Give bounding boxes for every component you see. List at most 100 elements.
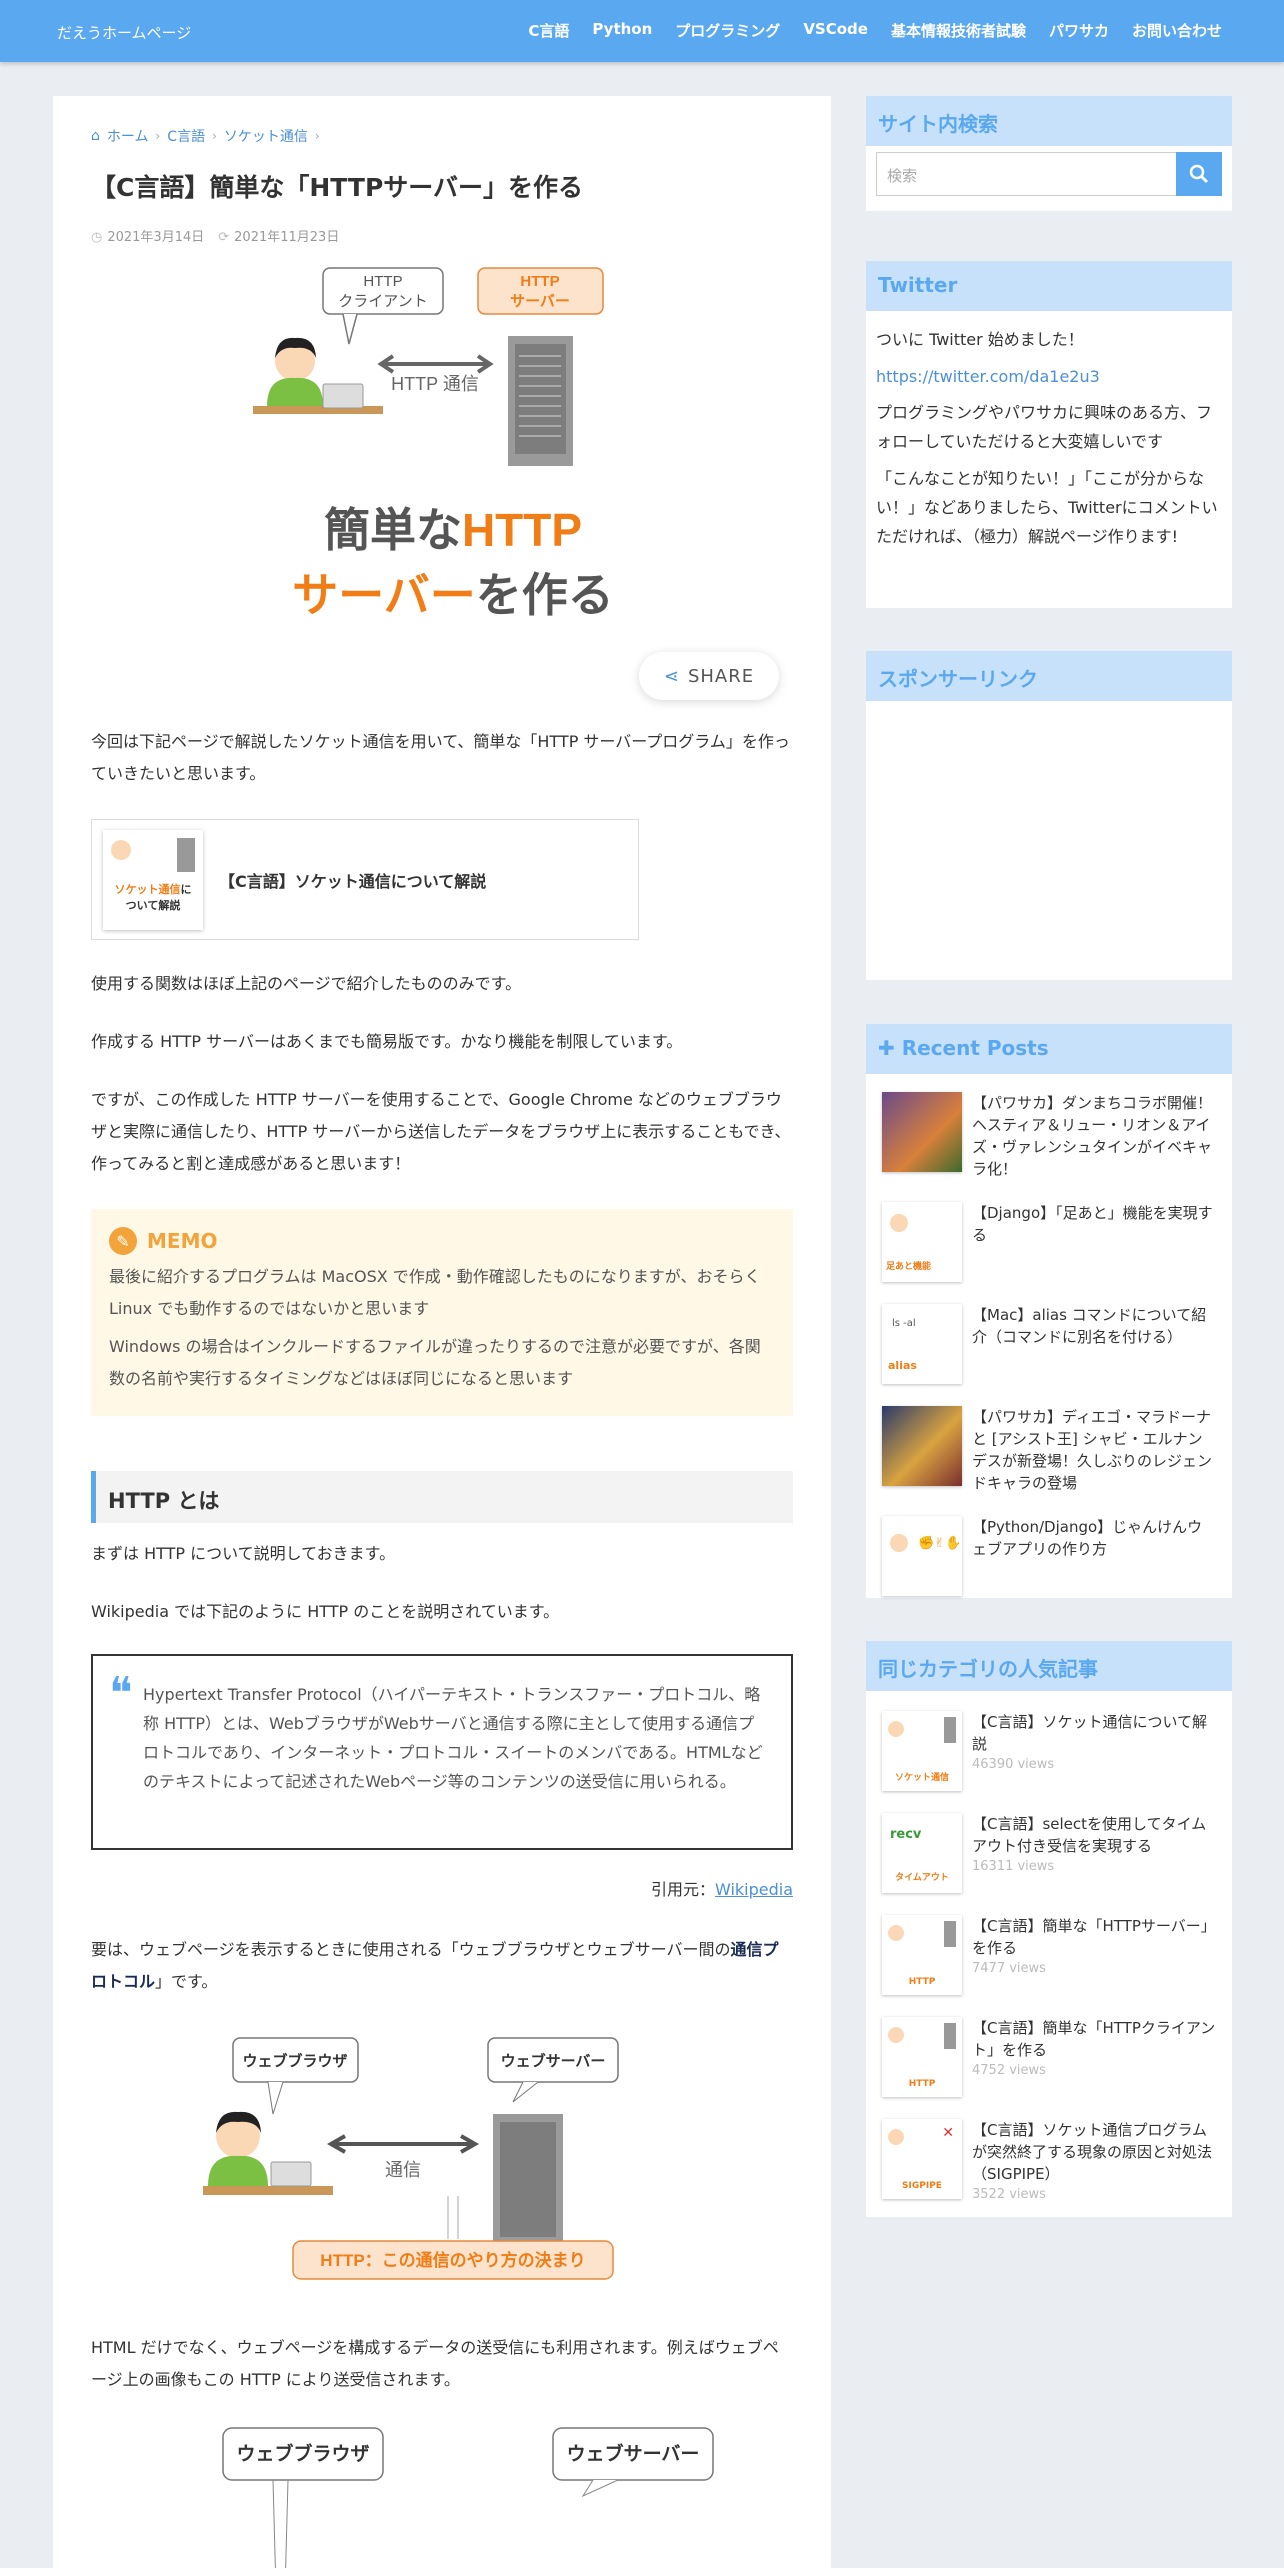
- card-thumb-text-1: ソケット通信: [114, 882, 181, 896]
- post-views: 46390 views: [972, 1757, 1055, 1772]
- search-input[interactable]: 検索: [876, 152, 1176, 196]
- post-thumbnail: HTTP: [882, 1915, 962, 1995]
- post-thumbnail: [882, 1406, 962, 1486]
- fig1-arrow: 通信: [385, 2160, 421, 2180]
- post-views: 3522 views: [972, 2187, 1046, 2202]
- quote-icon: ❝: [109, 1668, 133, 1719]
- paragraph: ですが、この作成した HTTP サーバーを使用することで、Google Chro…: [91, 1090, 791, 1173]
- paragraph: HTML だけでなく、ウェブページを構成するデータの送受信にも利用されます。例え…: [91, 2338, 779, 2389]
- post-views: 16311 views: [972, 1859, 1055, 1874]
- recent-post-item[interactable]: ls -al alias 【Mac】alias コマンドについて紹介（コマンドに別…: [866, 1304, 1232, 1384]
- share-icon: ⋖: [663, 665, 680, 687]
- post-thumbnail: 足あと機能: [882, 1202, 962, 1282]
- recent-post-item[interactable]: 足あと機能 【Django】「足あと」機能を実現する: [866, 1202, 1232, 1282]
- recent-post-item[interactable]: 【パワサカ】ダンまちコラボ開催！ヘスティア＆リュー・リオン＆アイズ・ヴァレンシュ…: [866, 1092, 1232, 1180]
- recent-post-item[interactable]: 【パワサカ】ディエゴ・マラドーナと [アシスト王] シャビ・エルナンデスが新登場…: [866, 1406, 1232, 1494]
- card-thumb-text-2: に: [180, 882, 192, 896]
- paragraph: 要は、ウェブページを表示するときに使用される「ウェブブラウザとウェブサーバー間の…: [91, 1934, 793, 1998]
- nav-item-c[interactable]: C言語: [528, 20, 569, 41]
- cite-link[interactable]: Wikipedia: [715, 1880, 793, 1899]
- breadcrumb-socket[interactable]: ソケット通信: [224, 126, 308, 146]
- post-views: 4752 views: [972, 2063, 1046, 2078]
- http-diagram-image-2: ウェブブラウザ ウェブサーバー: [222, 2427, 714, 2568]
- twitter-link[interactable]: https://twitter.com/da1e2u3: [866, 362, 1232, 392]
- post-title: 【C言語】簡単な「HTTPクライアント」を作る: [972, 2019, 1216, 2059]
- post-thumbnail: ソケット通信: [882, 1711, 962, 1791]
- twitter-text: プログラミングやパワサカに興味のある方、フォローしていただけると大変嬉しいです: [876, 403, 1213, 451]
- paragraph: 作成する HTTP サーバーはあくまでも簡易版です。かなり機能を制限しています。: [91, 1032, 683, 1051]
- breadcrumb: ⌂ ホーム › C言語 › ソケット通信 ›: [91, 126, 320, 146]
- nav-item-fe-exam[interactable]: 基本情報技術者試験: [891, 20, 1026, 41]
- post-views: 7477 views: [972, 1961, 1046, 1976]
- eyecatch-arrow-label: HTTP 通信: [391, 374, 479, 394]
- refresh-icon: ⟳: [218, 230, 230, 245]
- blockquote: ❝ Hypertext Transfer Protocol（ハイパーテキスト・ト…: [91, 1654, 793, 1850]
- breadcrumb-home[interactable]: ホーム: [107, 126, 149, 146]
- pin-icon: ✚: [878, 1036, 895, 1060]
- popular-post-item[interactable]: recv タイムアウト 【C言語】selectを使用してタイムアウト付き受信を実現…: [866, 1813, 1232, 1893]
- popular-post-item[interactable]: HTTP 【C言語】簡単な「HTTPサーバー」を作る 7477 views: [866, 1915, 1232, 1995]
- post-title: 【C言語】ソケット通信プログラムが突然終了する現象の原因と対処法（SIGPIPE…: [972, 2121, 1213, 2183]
- card-title: 【C言語】ソケット通信について解説: [219, 871, 487, 891]
- site-title[interactable]: だえうホームページ: [57, 22, 191, 43]
- post-title: 【Django】「足あと」機能を実現する: [972, 1204, 1213, 1244]
- share-label: SHARE: [687, 665, 755, 687]
- eyecatch-client-2: クライアント: [338, 293, 427, 310]
- clock-icon: ◷: [91, 230, 103, 245]
- global-nav: C言語 Python プログラミング VSCode 基本情報技術者試験 パワサカ…: [528, 20, 1222, 41]
- citation: 引用元：Wikipedia: [651, 1876, 793, 1900]
- fig1-browser: ウェブブラウザ: [242, 2052, 347, 2070]
- popular-post-item[interactable]: ソケット通信 【C言語】ソケット通信について解説 46390 views: [866, 1711, 1232, 1791]
- eyecatch-title-1b: HTTP: [462, 504, 582, 556]
- published-date: 2021年3月14日: [107, 230, 205, 245]
- nav-item-python[interactable]: Python: [592, 20, 652, 41]
- recent-post-item[interactable]: ✊✌✋ 【Python/Django】じゃんけんウェブアプリの作り方: [866, 1516, 1232, 1596]
- nav-item-contact[interactable]: お問い合わせ: [1132, 20, 1222, 41]
- twitter-text: 「こんなことが知りたい！」「ここが分からない！」などありましたら、Twitter…: [876, 469, 1218, 546]
- popular-post-item[interactable]: ✕ SIGPIPE 【C言語】ソケット通信プログラムが突然終了する現象の原因と対処…: [866, 2119, 1232, 2205]
- post-thumbnail: ✕ SIGPIPE: [882, 2119, 962, 2199]
- twitter-heading: Twitter: [866, 261, 1232, 311]
- post-title: 【C言語】ソケット通信について解説: [972, 1713, 1208, 1753]
- popular-post-item[interactable]: HTTP 【C言語】簡単な「HTTPクライアント」を作る 4752 views: [866, 2017, 1232, 2097]
- eyecatch-title-2b: を作る: [476, 569, 614, 621]
- memo-box: ✎ MEMO 最後に紹介するプログラムは MacOSX で作成・動作確認したもの…: [91, 1209, 793, 1416]
- nav-item-vscode[interactable]: VSCode: [803, 20, 868, 41]
- twitter-text: ついに Twitter 始めました！: [876, 330, 1084, 349]
- sponsor-widget: スポンサーリンク: [866, 651, 1232, 980]
- memo-line: 最後に紹介するプログラムは MacOSX で作成・動作確認したものになりますが、…: [109, 1267, 761, 1318]
- post-thumbnail: [882, 1092, 962, 1172]
- paragraph: Wikipedia では下記のように HTTP のことを説明されています。: [91, 1602, 560, 1621]
- home-icon: ⌂: [91, 128, 100, 144]
- post-thumbnail: ls -al alias: [882, 1304, 962, 1384]
- article-container: ⌂ ホーム › C言語 › ソケット通信 › 【C言語】簡単な「HTTPサーバー…: [53, 96, 831, 2568]
- paragraph-part: 要は、ウェブページを表示するときに使用される「ウェブブラウザとウェブサーバー間の: [91, 1940, 731, 1959]
- search-button[interactable]: [1176, 152, 1222, 196]
- search-heading: サイト内検索: [866, 96, 1232, 146]
- nav-item-pawasaka[interactable]: パワサカ: [1049, 20, 1109, 41]
- eyecatch-title-2a: サーバー: [292, 569, 476, 621]
- chevron-right-icon: ›: [212, 129, 217, 143]
- updated-date: 2021年11月23日: [234, 230, 340, 245]
- fig2-browser: ウェブブラウザ: [236, 2442, 369, 2465]
- post-title: 【Mac】alias コマンドについて紹介（コマンドに別名を付ける）: [972, 1306, 1207, 1346]
- post-title: 【Python/Django】じゃんけんウェブアプリの作り方: [972, 1518, 1203, 1558]
- search-icon: [1189, 164, 1209, 184]
- paragraph: まずは HTTP について説明しておきます。: [91, 1544, 396, 1563]
- paragraph-part: 」です。: [155, 1972, 218, 1991]
- nav-item-programming[interactable]: プログラミング: [675, 20, 780, 41]
- svg-text:サーバーを作る: サーバーを作る: [292, 569, 614, 621]
- breadcrumb-c[interactable]: C言語: [167, 126, 205, 146]
- post-thumbnail: recv タイムアウト: [882, 1813, 962, 1893]
- cite-prefix: 引用元：: [650, 1880, 715, 1899]
- chevron-right-icon: ›: [314, 129, 320, 143]
- share-button[interactable]: ⋖ SHARE: [639, 652, 779, 700]
- recent-posts-heading: ✚ Recent Posts: [866, 1024, 1232, 1074]
- eyecatch-title-1a: 簡単な: [324, 504, 462, 556]
- related-article-card[interactable]: ソケット通信に ついて解説 【C言語】ソケット通信について解説: [91, 819, 639, 940]
- fig1-server: ウェブサーバー: [501, 2052, 606, 2070]
- post-thumbnail: ✊✌✋: [882, 1516, 962, 1596]
- eyecatch-server-2: サーバー: [510, 293, 570, 310]
- fig2-server: ウェブサーバー: [567, 2442, 700, 2465]
- twitter-widget: Twitter ついに Twitter 始めました！ https://twitt…: [866, 261, 1232, 608]
